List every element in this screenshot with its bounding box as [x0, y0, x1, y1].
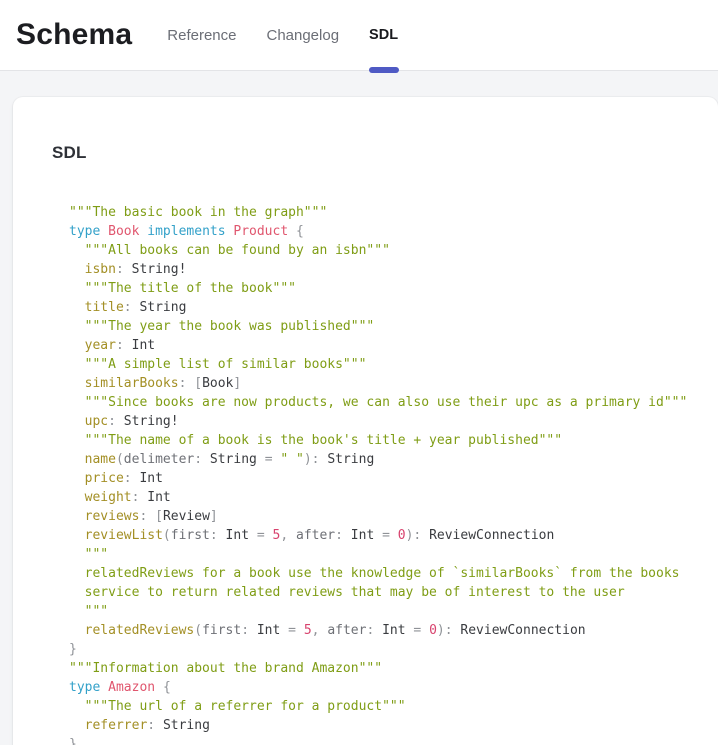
sdl-panel: SDL """The basic book in the graph"""typ…	[13, 97, 718, 745]
code-line: """The year the book was published"""	[69, 317, 698, 336]
content-area: SDL """The basic book in the graph"""typ…	[0, 71, 718, 745]
tab-bar: Reference Changelog SDL	[163, 0, 402, 70]
code-line: price: Int	[69, 469, 698, 488]
code-line: similarBooks: [Book]	[69, 374, 698, 393]
code-line: """A simple list of similar books"""	[69, 355, 698, 374]
code-line: }	[69, 735, 698, 745]
code-line: isbn: String!	[69, 260, 698, 279]
tab-sdl[interactable]: SDL	[365, 0, 402, 70]
code-line: """Information about the brand Amazon"""	[69, 659, 698, 678]
code-line: """The basic book in the graph"""	[69, 203, 698, 222]
page-header: Schema Reference Changelog SDL	[0, 0, 718, 71]
page-title: Schema	[16, 18, 132, 52]
code-line: """	[69, 545, 698, 564]
code-line: reviewList(first: Int = 5, after: Int = …	[69, 526, 698, 545]
code-line: upc: String!	[69, 412, 698, 431]
code-line: weight: Int	[69, 488, 698, 507]
code-line: type Book implements Product {	[69, 222, 698, 241]
tab-reference-label: Reference	[167, 27, 236, 44]
code-line: relatedReviews for a book use the knowle…	[69, 564, 698, 583]
code-line: year: Int	[69, 336, 698, 355]
code-line: service to return related reviews that m…	[69, 583, 698, 602]
panel-heading: SDL	[52, 143, 698, 162]
tab-changelog[interactable]: Changelog	[262, 0, 343, 70]
active-tab-indicator	[369, 67, 399, 73]
code-line: relatedReviews(first: Int = 5, after: In…	[69, 621, 698, 640]
code-line: """All books can be found by an isbn"""	[69, 241, 698, 260]
code-line: """The url of a referrer for a product""…	[69, 697, 698, 716]
code-line: referrer: String	[69, 716, 698, 735]
tab-reference[interactable]: Reference	[163, 0, 240, 70]
code-line: """	[69, 602, 698, 621]
code-line: """The title of the book"""	[69, 279, 698, 298]
code-line: """The name of a book is the book's titl…	[69, 431, 698, 450]
code-line: """Since books are now products, we can …	[69, 393, 698, 412]
sdl-code-block[interactable]: """The basic book in the graph"""type Bo…	[52, 203, 698, 745]
code-line: name(delimeter: String = " "): String	[69, 450, 698, 469]
code-line: reviews: [Review]	[69, 507, 698, 526]
tab-changelog-label: Changelog	[266, 27, 339, 44]
code-line: type Amazon {	[69, 678, 698, 697]
code-line: title: String	[69, 298, 698, 317]
tab-sdl-label: SDL	[369, 27, 398, 43]
code-line: }	[69, 640, 698, 659]
